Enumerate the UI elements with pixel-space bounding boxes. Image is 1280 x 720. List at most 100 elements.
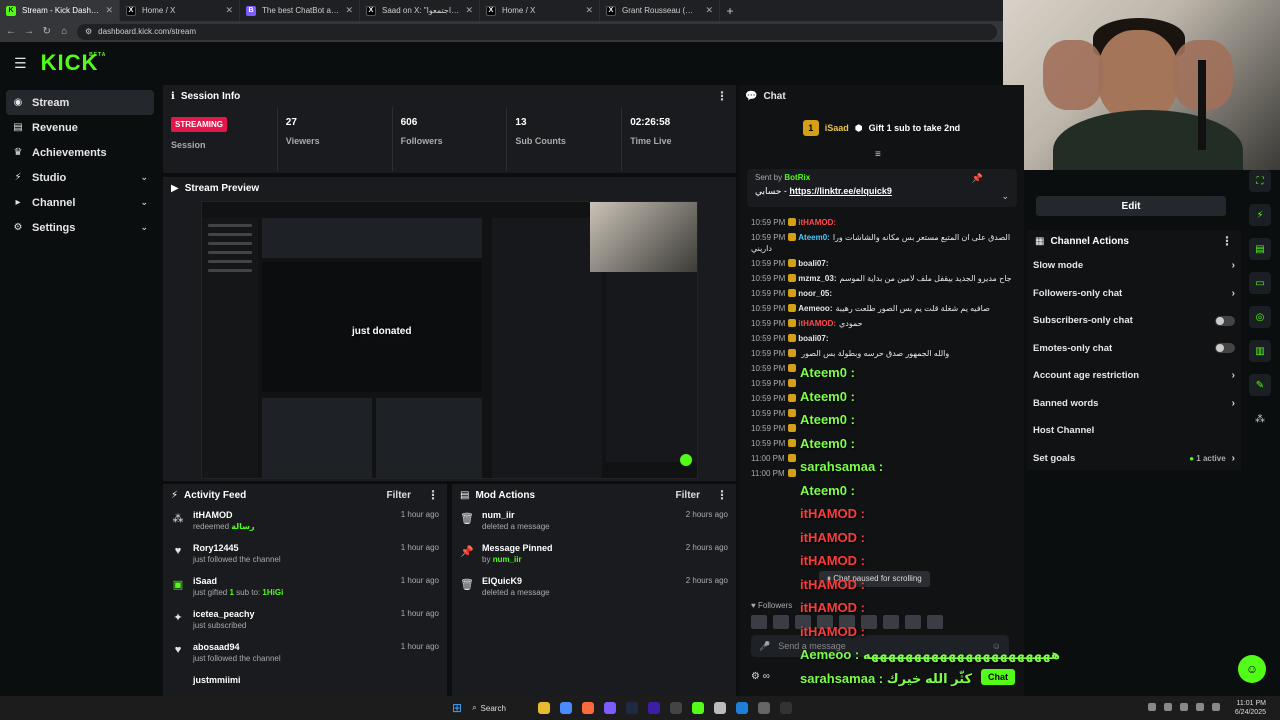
steam-icon[interactable]: [626, 702, 639, 714]
edge-icon[interactable]: [560, 702, 573, 714]
emote[interactable]: [817, 615, 833, 629]
more-options-icon[interactable]: ⋮: [1221, 234, 1233, 248]
emote[interactable]: [861, 615, 877, 629]
vscode-icon[interactable]: [736, 702, 749, 714]
new-tab-button[interactable]: +: [720, 4, 740, 18]
chrome-icon[interactable]: [582, 702, 595, 714]
chat-input[interactable]: 🎤 Send a message ☺: [751, 635, 1009, 657]
tray-icon[interactable]: [1164, 703, 1172, 711]
close-icon[interactable]: ✕: [345, 5, 353, 16]
back-icon[interactable]: ←: [6, 26, 16, 37]
action-account-age[interactable]: Account age restriction ›: [1027, 362, 1241, 390]
chat-message[interactable]: 10:59 PM mzmz_03: جاح مديرو الجديد بيقفل م…: [745, 271, 1020, 286]
feed-user[interactable]: ElQuicK9: [482, 576, 678, 586]
chat-message[interactable]: 10:59 PM: [745, 376, 1020, 391]
obs-icon[interactable]: [780, 702, 793, 714]
extensions-icon[interactable]: ⁂: [1249, 408, 1271, 430]
taskbar-clock[interactable]: 11:01 PM 6/24/2025: [1235, 699, 1266, 717]
action-banned-words[interactable]: Banned words ›: [1027, 390, 1241, 418]
tab-home-x-2[interactable]: X Home / X ✕: [480, 0, 600, 21]
action-host-channel[interactable]: Host Channel: [1027, 417, 1241, 445]
chat-message[interactable]: 10:59 PM: [745, 391, 1020, 406]
chat-username[interactable]: mzmz_03:: [798, 274, 836, 283]
close-icon[interactable]: ✕: [465, 5, 473, 16]
collapse-icon[interactable]: ≡: [875, 149, 881, 160]
app-icon[interactable]: [714, 702, 727, 714]
broadcast-icon[interactable]: ◎: [1249, 306, 1271, 328]
forward-icon[interactable]: →: [24, 26, 34, 37]
chat-message[interactable]: 10:59 PM itHAMOD:: [745, 215, 1020, 230]
sidebar-item-revenue[interactable]: ▤ Revenue: [6, 115, 154, 140]
layout-icon[interactable]: ▥: [1249, 340, 1271, 362]
kick-logo[interactable]: KICK BETA: [41, 50, 106, 76]
action-slow-mode[interactable]: Slow mode ›: [1027, 252, 1241, 280]
site-info-icon[interactable]: ⚙: [85, 27, 92, 36]
pinned-bot-name[interactable]: BotRix: [784, 173, 810, 182]
emotes-only-toggle[interactable]: [1215, 343, 1235, 354]
sidebar-item-studio[interactable]: ⚡ Studio ⌄: [6, 165, 154, 190]
chat-paused-notice[interactable]: ⏸ Chat paused for scrolling: [819, 571, 930, 587]
crop-icon[interactable]: ⛶: [1249, 170, 1271, 192]
action-followers-only[interactable]: Followers-only chat ›: [1027, 280, 1241, 308]
feed-highlight[interactable]: num_iir: [493, 555, 522, 564]
app-icon[interactable]: [670, 702, 683, 714]
emote[interactable]: [773, 615, 789, 629]
chat-message[interactable]: 10:59 PM boali07:: [745, 256, 1020, 271]
sidebar-item-achievements[interactable]: ♛ Achievements: [6, 140, 154, 165]
sidebar-item-stream[interactable]: ◉ Stream: [6, 90, 154, 115]
tab-home-x[interactable]: X Home / X ✕: [120, 0, 240, 21]
action-set-goals[interactable]: Set goals ● 1 active ›: [1027, 445, 1241, 473]
chat-username[interactable]: noor_05:: [798, 289, 832, 298]
sidebar-item-settings[interactable]: ⚙ Settings ⌄: [6, 215, 154, 240]
document-icon[interactable]: ▤: [1249, 238, 1271, 260]
chat-message[interactable]: 11:00 PM: [745, 466, 1020, 481]
edit-button[interactable]: Edit: [1036, 196, 1226, 216]
chat-message[interactable]: 10:59 PM: [745, 361, 1020, 376]
feed-user[interactable]: abosaad94: [193, 642, 393, 652]
chat-message[interactable]: 10:59 PM itHAMOD: حمودي: [745, 316, 1020, 331]
chat-message[interactable]: 10:59 PM: [745, 421, 1020, 436]
emote[interactable]: [751, 615, 767, 629]
mic-icon[interactable]: 🎤: [759, 641, 770, 652]
home-icon[interactable]: ⌂: [60, 26, 70, 37]
reload-icon[interactable]: ↻: [42, 26, 52, 37]
emote[interactable]: [883, 615, 899, 629]
emoji-icon[interactable]: ☺: [992, 641, 1001, 651]
sidebar-item-channel[interactable]: ▸ Channel ⌄: [6, 190, 154, 215]
chat-message[interactable]: 10:59 PM والله الجمهور صدق حرسه وبطولة بس…: [745, 346, 1020, 361]
chat-settings-icon[interactable]: ⚙ ∞: [751, 671, 770, 682]
emote[interactable]: [839, 615, 855, 629]
pin-icon[interactable]: 📌: [972, 173, 983, 184]
filter-button[interactable]: Filter: [676, 490, 700, 501]
url-input[interactable]: ⚙ dashboard.kick.com/stream: [77, 23, 997, 40]
discord-icon[interactable]: [604, 702, 617, 714]
chevron-down-icon[interactable]: ⌄: [1001, 191, 1009, 202]
tab-kick-dashboard[interactable]: K Stream - Kick Dashboard ✕: [0, 0, 120, 21]
chat-icon[interactable]: ▭: [1249, 272, 1271, 294]
chat-username[interactable]: boali07:: [798, 334, 828, 343]
close-icon[interactable]: ✕: [225, 5, 233, 16]
chat-username[interactable]: itHAMOD:: [798, 319, 836, 328]
close-icon[interactable]: ✕: [705, 5, 713, 16]
emote[interactable]: [795, 615, 811, 629]
feed-user[interactable]: icetea_peachy: [193, 609, 393, 619]
chat-username[interactable]: itHAMOD:: [798, 218, 836, 227]
chat-username[interactable]: Ateem0:: [798, 233, 830, 242]
chat-message[interactable]: 10:59 PM boali07:: [745, 331, 1020, 346]
gift-goal-bar[interactable]: 1 iSaad ⬢ Gift 1 sub to take 2nd: [739, 107, 1024, 149]
tools-icon[interactable]: ✎: [1249, 374, 1271, 396]
close-icon[interactable]: ✕: [585, 5, 593, 16]
chat-message[interactable]: 10:59 PM Aemeoo: صافيه يم شغلة قلت يم بس ا…: [745, 301, 1020, 316]
close-icon[interactable]: ✕: [105, 5, 113, 16]
app-icon[interactable]: [758, 702, 771, 714]
support-chat-button[interactable]: ☺: [1238, 655, 1266, 683]
chat-username[interactable]: Aemeoo:: [798, 304, 832, 313]
app-icon[interactable]: [692, 702, 705, 714]
feed-user[interactable]: num_iir: [482, 510, 678, 520]
subscribers-only-toggle[interactable]: [1215, 315, 1235, 326]
premiere-icon[interactable]: [648, 702, 661, 714]
tray-icon[interactable]: [1148, 703, 1156, 711]
chat-message[interactable]: 11:00 PM: [745, 451, 1020, 466]
chat-message[interactable]: 10:59 PM noor_05:: [745, 286, 1020, 301]
chat-message[interactable]: 10:59 PM Ateem0: الصدق على ان المتبع مستعر…: [745, 230, 1020, 256]
